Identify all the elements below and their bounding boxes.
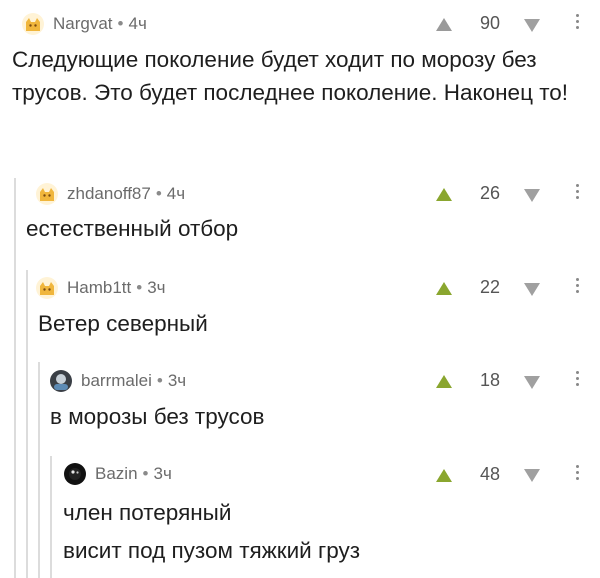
separator-dot: •: [156, 371, 163, 390]
downvote-icon[interactable]: [524, 19, 540, 32]
more-options-icon[interactable]: [575, 465, 579, 480]
upvote-icon[interactable]: [436, 282, 452, 295]
separator-dot: •: [117, 14, 124, 33]
score: 90: [479, 13, 501, 33]
comment-header: Nargvat • 4ч: [22, 12, 147, 36]
downvote-icon[interactable]: [524, 283, 540, 296]
comment-text: в морозы без трусов: [50, 404, 265, 429]
username[interactable]: Hamb1tt: [67, 278, 131, 298]
thread-line-1: [14, 178, 16, 578]
comment-text: естественный отбор: [26, 216, 239, 241]
downvote-icon[interactable]: [524, 469, 540, 482]
timestamp[interactable]: 3ч: [153, 464, 171, 484]
comment-text: член потеряный висит под пузом тяжкий гр…: [63, 500, 361, 563]
dark-avatar-icon[interactable]: [50, 370, 72, 392]
downvote-icon[interactable]: [524, 189, 540, 202]
more-options-icon[interactable]: [575, 14, 579, 29]
black-avatar-icon[interactable]: [64, 463, 86, 485]
username[interactable]: barrmalei: [81, 371, 152, 391]
username[interactable]: Bazin: [95, 464, 138, 484]
upvote-icon[interactable]: [436, 188, 452, 201]
comment-header: Hamb1tt • 3ч: [36, 276, 166, 300]
username[interactable]: zhdanoff87: [67, 184, 151, 204]
cat-avatar-icon[interactable]: [36, 183, 58, 205]
score: 26: [479, 183, 501, 203]
comment-header: Bazin • 3ч: [64, 462, 172, 486]
timestamp[interactable]: 3ч: [168, 371, 186, 391]
cat-avatar-icon[interactable]: [22, 13, 44, 35]
more-options-icon[interactable]: [575, 278, 579, 293]
timestamp[interactable]: 3ч: [147, 278, 165, 298]
separator-dot: •: [142, 464, 149, 483]
cat-avatar-icon[interactable]: [36, 277, 58, 299]
more-options-icon[interactable]: [575, 184, 579, 199]
timestamp[interactable]: 4ч: [128, 14, 146, 34]
upvote-icon[interactable]: [436, 18, 452, 31]
upvote-icon[interactable]: [436, 375, 452, 388]
comment-header: barrmalei • 3ч: [50, 369, 186, 393]
thread-line-2: [26, 270, 28, 578]
downvote-icon[interactable]: [524, 376, 540, 389]
more-options-icon[interactable]: [575, 371, 579, 386]
separator-dot: •: [155, 184, 162, 203]
separator-dot: •: [136, 278, 143, 297]
score: 48: [479, 464, 501, 484]
comment-text: Следующие поколение будет ходит по мороз…: [12, 47, 569, 105]
username[interactable]: Nargvat: [53, 14, 113, 34]
comment-header: zhdanoff87 • 4ч: [36, 182, 185, 206]
timestamp[interactable]: 4ч: [167, 184, 185, 204]
score: 18: [479, 370, 501, 390]
upvote-icon[interactable]: [436, 469, 452, 482]
score: 22: [479, 277, 501, 297]
thread-line-4: [50, 456, 52, 578]
thread-line-3: [38, 362, 40, 578]
comment-text: Ветер северный: [38, 311, 208, 336]
